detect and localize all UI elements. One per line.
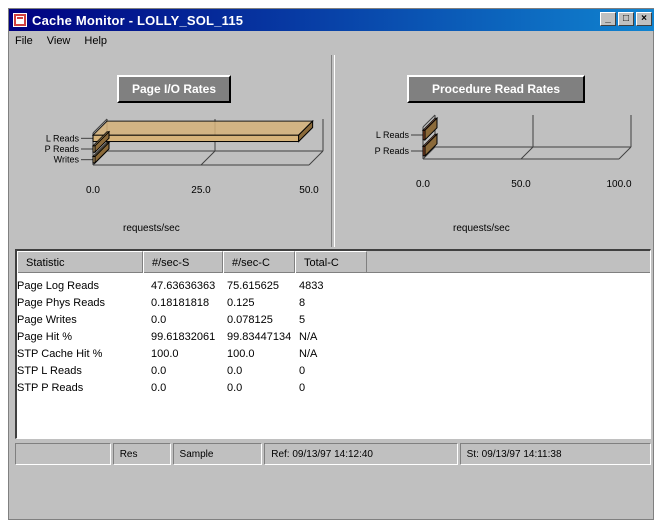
procedure-read-chart-panel: Procedure Read Rates L Reads P Reads 0.0 50… — [335, 55, 654, 247]
window-title: Cache Monitor - LOLLY_SOL_115 — [32, 12, 244, 28]
table-row[interactable]: STP Cache Hit % 100.0 100.0 N/A — [17, 345, 650, 362]
menu-bar: File View Help — [9, 31, 654, 51]
procedure-read-chart: L Reads P Reads 0.0 50.0 100.0 — [375, 114, 632, 190]
charts-area: Page I/O Rates L Reads P Reads Writes 0.0 25… — [9, 55, 654, 247]
cell-statistic: Page Hit % — [17, 330, 73, 343]
cell-total-c: N/A — [299, 347, 318, 360]
cell-sec-s: 47.63636363 — [151, 279, 216, 292]
cache-monitor-window: Cache Monitor - LOLLY_SOL_115 _ □ × File… — [8, 8, 654, 520]
procedure-read-xlabel: requests/sec — [453, 223, 510, 234]
page-io-chart-panel: Page I/O Rates L Reads P Reads Writes 0.0 25… — [9, 55, 331, 247]
status-bar: Res Sample Ref: 09/13/97 14:12:40 St: 09… — [15, 443, 651, 465]
cell-statistic: Page Writes — [17, 313, 77, 326]
table-body: Page Log Reads 47.63636363 75.615625 483… — [17, 273, 650, 396]
table-row[interactable]: Page Hit % 99.61832061 99.83447134 N/A — [17, 328, 650, 345]
bar-top — [91, 120, 314, 136]
status-cell-empty — [15, 443, 111, 465]
cell-total-c: 0 — [299, 364, 306, 377]
status-sample: Sample — [172, 443, 263, 465]
cell-statistic: Page Log Reads — [17, 279, 99, 292]
table-row[interactable]: Page Log Reads 47.63636363 75.615625 483… — [17, 277, 650, 294]
close-button[interactable]: × — [636, 12, 652, 26]
cell-sec-s: 0.0 — [151, 364, 167, 377]
tick-label: 25.0 — [191, 185, 211, 196]
cell-statistic: STP Cache Hit % — [17, 347, 103, 360]
table-row[interactable]: STP P Reads 0.0 0.0 0 — [17, 379, 650, 396]
column-header-sec-c[interactable]: #/sec-C — [223, 251, 295, 273]
cell-sec-c: 0.125 — [227, 296, 255, 309]
page-io-rates-button[interactable]: Page I/O Rates — [117, 75, 231, 103]
cell-sec-c: 75.615625 — [227, 279, 279, 292]
column-header-statistic[interactable]: Statistic — [17, 251, 143, 273]
minimize-button[interactable]: _ — [600, 12, 616, 26]
cell-sec-s: 0.18181818 — [151, 296, 210, 309]
category-label: Writes — [54, 155, 80, 165]
table-header: Statistic #/sec-S #/sec-C Total-C — [17, 251, 650, 273]
cell-total-c: 0 — [299, 381, 306, 394]
column-header-sec-s[interactable]: #/sec-S — [143, 251, 223, 273]
status-start-time: St: 09/13/97 14:11:38 — [459, 443, 651, 465]
cell-sec-c: 0.0 — [227, 381, 243, 394]
tick-label: 0.0 — [416, 179, 430, 190]
category-label: L Reads — [46, 133, 80, 143]
floor-line — [618, 146, 632, 160]
cell-statistic: STP P Reads — [17, 381, 84, 394]
page-io-xlabel: requests/sec — [123, 223, 180, 234]
cell-sec-c: 0.0 — [227, 364, 243, 377]
cell-total-c: 5 — [299, 313, 306, 326]
table-row[interactable]: STP L Reads 0.0 0.0 0 — [17, 362, 650, 379]
cell-sec-s: 99.61832061 — [151, 330, 216, 343]
cell-statistic: Page Phys Reads — [17, 296, 106, 309]
tick-label: 0.0 — [86, 185, 100, 196]
cell-sec-s: 0.0 — [151, 381, 167, 394]
table-row[interactable]: Page Phys Reads 0.18181818 0.125 8 — [17, 294, 650, 311]
cell-sec-c: 99.83447134 — [227, 330, 292, 343]
statistics-table[interactable]: Statistic #/sec-S #/sec-C Total-C Page L… — [15, 249, 651, 439]
category-label: P Reads — [45, 144, 80, 154]
tick-label: 50.0 — [299, 185, 319, 196]
cell-sec-c: 0.078125 — [227, 313, 273, 326]
category-label: P Reads — [375, 146, 410, 156]
floor-line — [308, 150, 324, 166]
cell-total-c: 4833 — [299, 279, 324, 292]
procedure-read-rates-button[interactable]: Procedure Read Rates — [407, 75, 585, 103]
menu-file[interactable]: File — [15, 35, 33, 47]
table-row[interactable]: Page Writes 0.0 0.078125 5 — [17, 311, 650, 328]
cell-total-c: 8 — [299, 296, 306, 309]
maximize-button[interactable]: □ — [618, 12, 634, 26]
floor-line — [200, 150, 216, 166]
tick-label: 100.0 — [606, 179, 631, 190]
tick-label: 50.0 — [511, 179, 531, 190]
page-io-chart: L ReadsP ReadsWrites 0.0 25.0 50.0 — [45, 118, 324, 196]
column-header-total-c[interactable]: Total-C — [295, 251, 367, 273]
category-label: L Reads — [376, 130, 410, 140]
cell-total-c: N/A — [299, 330, 318, 343]
status-res: Res — [112, 443, 171, 465]
bar — [92, 134, 300, 143]
cell-sec-s: 0.0 — [151, 313, 167, 326]
app-icon — [13, 13, 27, 27]
status-ref-time: Ref: 09/13/97 14:12:40 — [264, 443, 458, 465]
cell-sec-s: 100.0 — [151, 347, 179, 360]
floor-line — [520, 146, 534, 160]
cell-sec-c: 100.0 — [227, 347, 255, 360]
cell-statistic: STP L Reads — [17, 364, 82, 377]
title-bar[interactable]: Cache Monitor - LOLLY_SOL_115 _ □ × — [9, 9, 654, 31]
menu-view[interactable]: View — [47, 35, 71, 47]
menu-help[interactable]: Help — [84, 35, 107, 47]
